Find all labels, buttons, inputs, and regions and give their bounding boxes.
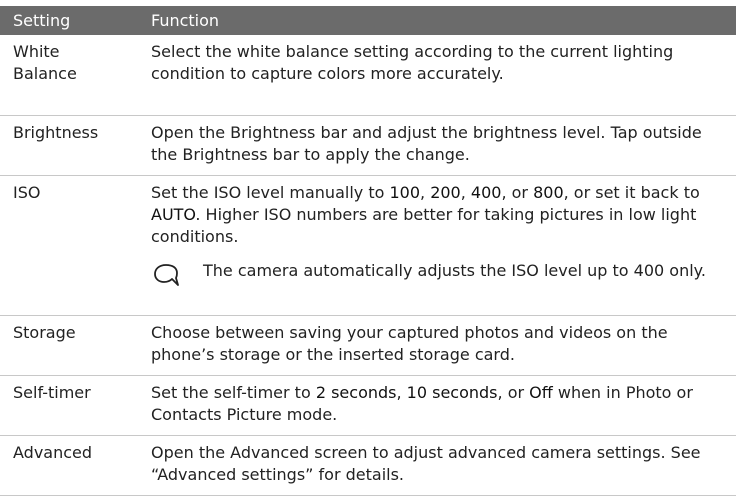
table-header: Setting Function [0,6,736,35]
setting-name-cell: White Balance [0,35,137,116]
header-row: Setting Function [0,6,736,35]
text-run: Set the ISO level manually to [151,182,390,202]
text-run: , or [497,382,530,402]
text-run: , [396,382,407,402]
setting-name-cell: ISO [0,175,137,316]
text-run: , or set it back to [563,182,700,202]
setting-name: Advanced [13,442,93,462]
setting-description: Set the ISO level manually to 100, 200 , … [151,182,728,248]
iso-value: 100 [389,182,421,202]
settings-table: Setting Function White Balance Select th… [0,6,736,496]
setting-description-cell: Set the ISO level manually to 100, 200 , … [137,175,736,316]
iso-value: 800 [533,182,564,202]
note-text: The camera automatically adjusts the ISO… [203,260,706,280]
setting-description: Open the Brightness bar and adjust the b… [137,115,736,176]
setting-description: Select the white balance setting accordi… [137,35,736,116]
text-run: , [460,182,471,202]
timer-value: Off [529,382,553,402]
document-page: Setting Function White Balance Select th… [0,0,742,497]
timer-value: 2 seconds [315,382,397,402]
table-row: ISO Set the ISO level manually to 100, 2… [0,175,736,316]
note: The camera automatically adjusts the ISO… [151,260,728,286]
header-function: Function [137,6,736,35]
setting-name: ISO [13,182,41,202]
setting-name: Self-timer [13,382,91,402]
setting-name-cell: Self-timer [0,375,137,436]
setting-name: Brightness [13,122,99,142]
table-row: Brightness Open the Brightness bar and a… [0,115,736,176]
text-run: . Higher ISO numbers are better for taki… [151,204,697,246]
timer-value: 10 seconds [406,382,498,402]
setting-description: Choose between saving your captured phot… [137,315,736,376]
text-run: Set the self-timer to [151,382,316,402]
setting-name: White Balance [13,42,77,83]
iso-value: AUTO [151,204,196,224]
iso-value: 400 [470,182,502,202]
setting-name-cell: Advanced [0,435,137,496]
setting-description-cell: Set the self-timer to 2 seconds, 10 seco… [137,375,736,436]
setting-description: Open the Advanced screen to adjust advan… [137,435,736,496]
header-setting: Setting [0,6,137,35]
table-row: White Balance Select the white balance s… [0,35,736,116]
table-row: Advanced Open the Advanced screen to adj… [0,435,736,496]
table-row: Storage Choose between saving your captu… [0,315,736,376]
table-row: Self-timer Set the self-timer to 2 secon… [0,375,736,436]
text-run: , or [501,182,534,202]
iso-value: 200 [430,182,461,202]
note-icon [154,263,179,286]
text-run: , [420,182,431,202]
setting-name-cell: Storage [0,315,137,376]
setting-name: Storage [13,322,76,342]
setting-name-cell: Brightness [0,115,137,176]
